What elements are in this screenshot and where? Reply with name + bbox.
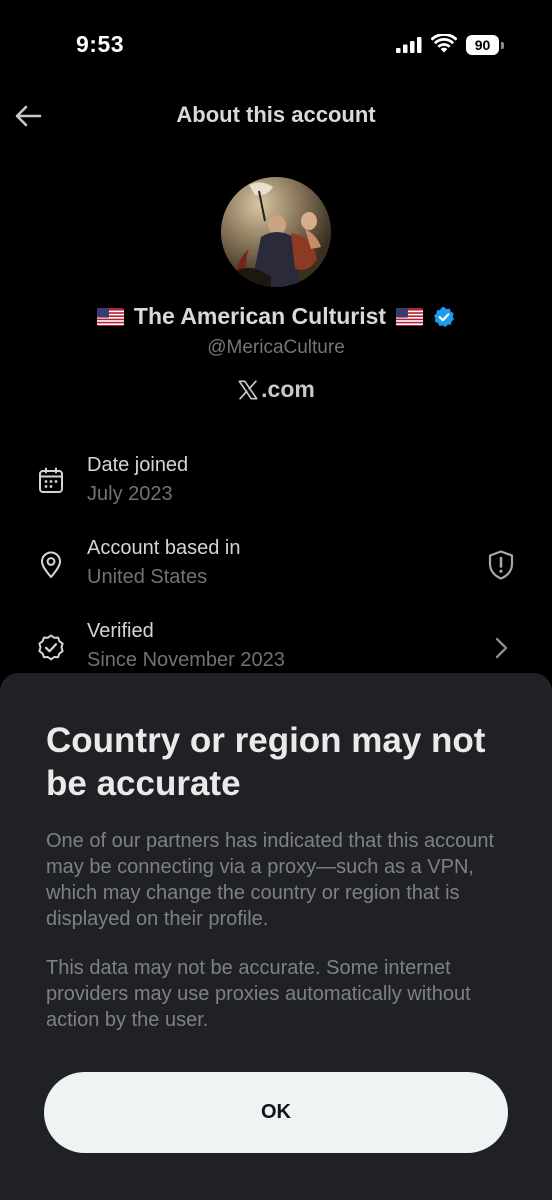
calendar-icon — [39, 467, 63, 493]
bottom-sheet: Country or region may not be accurate On… — [0, 673, 552, 1200]
site-text: .com — [261, 376, 315, 402]
status-time: 9:53 — [76, 31, 125, 57]
us-flag-icon — [96, 307, 124, 326]
battery-level: 90 — [474, 37, 491, 53]
location-pin-icon — [41, 551, 61, 578]
info-label: Date joined — [87, 454, 189, 476]
shield-alert-icon[interactable] — [484, 548, 518, 582]
info-value: Since November 2023 — [87, 649, 285, 671]
avatar[interactable] — [221, 177, 331, 287]
site-link[interactable]: .com — [0, 376, 552, 403]
page-title: About this account — [176, 102, 376, 127]
status-bar: 9:53 90 — [0, 0, 552, 90]
verified-check-icon — [38, 634, 64, 661]
display-name-row: The American Culturist — [0, 303, 552, 330]
battery-tip — [501, 42, 504, 49]
sheet-title: Country or region may not be accurate — [46, 721, 486, 803]
profile-painting-avatar — [221, 177, 331, 287]
wifi-icon — [431, 34, 457, 53]
account-handle: @MericaCulture — [207, 337, 345, 358]
x-logo-icon — [238, 379, 258, 400]
info-value: July 2023 — [87, 483, 173, 505]
battery-icon: 90 — [466, 35, 504, 55]
info-row-account-based-in: Account based in United States — [0, 537, 552, 607]
info-row-date-joined: Date joined July 2023 — [0, 454, 552, 524]
display-name: The American Culturist — [133, 303, 387, 329]
sheet-paragraph: This data may not be accurate. Some inte… — [46, 957, 471, 1031]
sheet-paragraph: One of our partners has indicated that t… — [46, 830, 495, 930]
us-flag-icon — [396, 307, 424, 326]
info-label: Account based in — [87, 537, 241, 559]
ok-button[interactable]: OK — [44, 1072, 508, 1153]
chevron-right-icon — [495, 637, 508, 659]
info-label: Verified — [87, 620, 154, 642]
info-value: United States — [87, 566, 208, 588]
verified-badge-icon[interactable] — [433, 306, 455, 328]
signal-icon — [396, 37, 422, 53]
